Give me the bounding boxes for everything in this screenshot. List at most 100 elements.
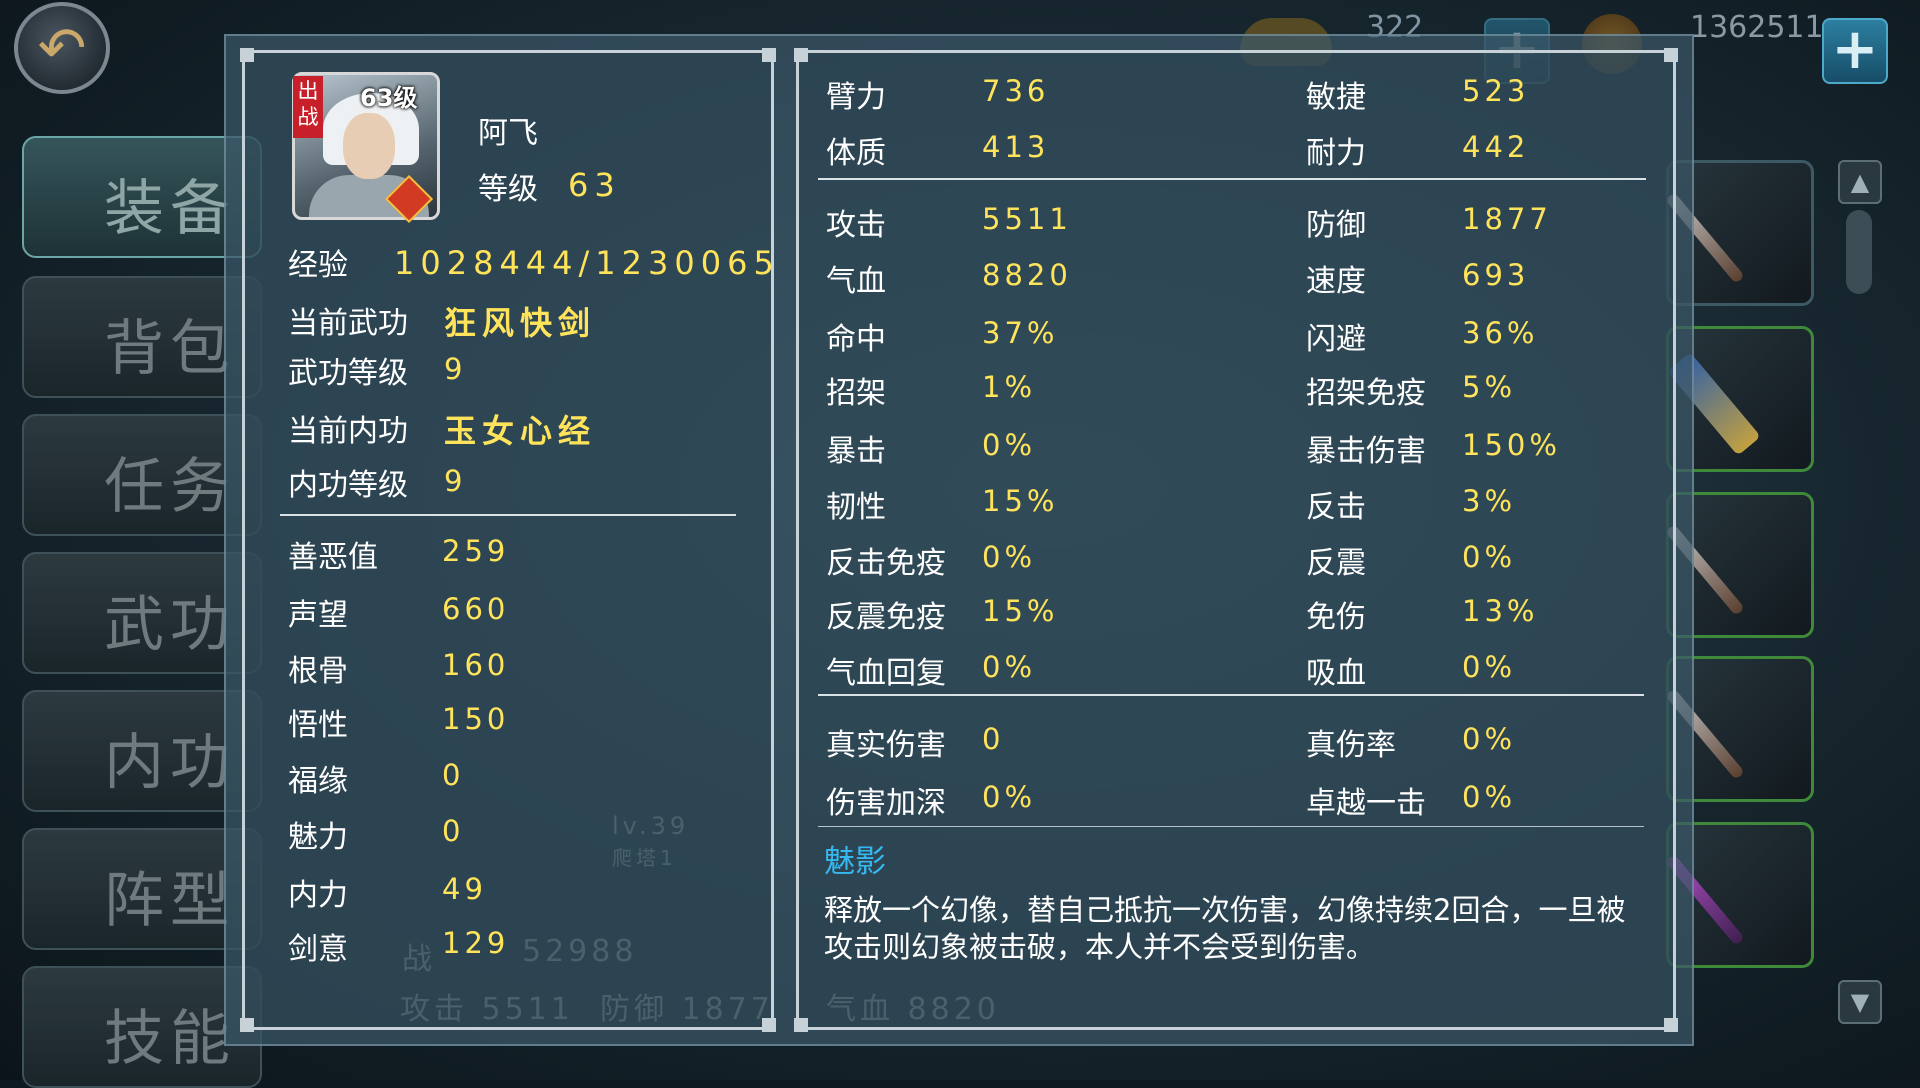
nav-label: 任务 [104, 452, 236, 522]
panel-corner [1664, 48, 1678, 62]
stat-label: 真伤率 [1306, 728, 1396, 763]
inner-label: 当前内功 [288, 414, 408, 449]
stat-label: 攻击 [826, 208, 886, 243]
stat-value: 15% [982, 594, 1059, 628]
back-arrow-icon: ↶ [37, 14, 87, 82]
stat-value: 0% [982, 780, 1037, 814]
level-label: 等级 [478, 172, 538, 207]
deploy-tag: 出战 [293, 76, 323, 138]
stat-value: 0% [1462, 540, 1517, 574]
nav-label: 武功 [104, 590, 236, 660]
stat-label: 气血 [826, 264, 886, 299]
exp-value: 1028444/1230065 [394, 244, 780, 282]
panel-corner [240, 1018, 254, 1032]
stat-label: 臂力 [826, 80, 886, 115]
divider [818, 694, 1644, 696]
stat-value: 0 [442, 758, 465, 792]
martial-level-label: 武功等级 [288, 356, 408, 391]
stat-value: 8820 [982, 258, 1072, 292]
stat-value: 37% [982, 316, 1059, 350]
level-value: 63 [568, 166, 621, 204]
stat-value: 1877 [1462, 202, 1552, 236]
scroll-down-button[interactable]: ▼ [1838, 980, 1882, 1024]
nav-label: 技能 [104, 1004, 236, 1074]
avatar-level: 63级 [360, 84, 418, 112]
stat-value: 129 [442, 926, 510, 960]
scrollbar[interactable] [1846, 210, 1872, 294]
stat-value: 5511 [982, 202, 1072, 236]
stat-value: 523 [1462, 74, 1530, 108]
add-resource-2-button[interactable]: + [1822, 18, 1888, 84]
back-button[interactable]: ↶ [14, 2, 110, 94]
skill-description: 释放一个幻像，替自己抵抗一次伤害，幻像持续2回合，一旦被攻击则幻象被击破，本人并… [824, 893, 1626, 964]
panel-corner [762, 48, 776, 62]
divider [280, 514, 736, 516]
scroll-up-button[interactable]: ▲ [1838, 160, 1882, 204]
stat-value: 0 [982, 722, 1005, 756]
stat-label: 善恶值 [288, 540, 378, 575]
divider [818, 826, 1644, 827]
stat-label: 防御 [1306, 208, 1366, 243]
stat-value: 413 [982, 130, 1050, 164]
stat-value: 150% [1462, 428, 1561, 462]
stat-value: 49 [442, 872, 487, 906]
stat-value: 0% [1462, 722, 1517, 756]
skill-name: 魅影 [824, 844, 886, 880]
stat-label: 暴击伤害 [1306, 434, 1426, 469]
stat-value: 442 [1462, 130, 1530, 164]
nav-label: 装备 [104, 174, 236, 244]
panel-corner [794, 1018, 808, 1032]
stat-value: 0% [1462, 650, 1517, 684]
stat-value: 36% [1462, 316, 1539, 350]
inner-level-label: 内功等级 [288, 468, 408, 503]
stat-value: 13% [1462, 594, 1539, 628]
stat-label: 悟性 [288, 708, 348, 743]
avatar-face [343, 113, 395, 179]
nav-label: 内功 [104, 728, 236, 798]
martial-value: 狂风快剑 [444, 304, 597, 342]
stat-label: 反击 [1306, 490, 1366, 525]
nav-label: 背包 [104, 314, 236, 384]
stat-label: 耐力 [1306, 136, 1366, 171]
nav-label: 阵型 [104, 866, 236, 936]
exp-label: 经验 [288, 248, 348, 283]
stat-label: 招架 [826, 376, 886, 411]
stat-value: 15% [982, 484, 1059, 518]
stat-label: 体质 [826, 136, 886, 171]
stat-label: 敏捷 [1306, 80, 1366, 115]
stat-label: 闪避 [1306, 322, 1366, 357]
stat-label: 招架免疫 [1306, 376, 1426, 411]
martial-level-value: 9 [444, 352, 467, 386]
stat-value: 736 [982, 74, 1050, 108]
stat-value: 660 [442, 592, 510, 626]
stat-value: 5% [1462, 370, 1517, 404]
stat-label: 反震 [1306, 546, 1366, 581]
stat-value: 160 [442, 648, 510, 682]
inner-value: 玉女心经 [444, 412, 597, 450]
stat-label: 剑意 [288, 932, 348, 967]
stat-label: 伤害加深 [826, 786, 946, 821]
stat-label: 根骨 [288, 654, 348, 689]
panel-corner [240, 48, 254, 62]
stat-value: 150 [442, 702, 510, 736]
plus-icon: + [1831, 17, 1879, 82]
stat-label: 暴击 [826, 434, 886, 469]
stat-value: 0% [982, 540, 1037, 574]
stat-value: 0% [982, 428, 1037, 462]
stat-value: 693 [1462, 258, 1530, 292]
martial-label: 当前武功 [288, 306, 408, 341]
stat-label: 反震免疫 [826, 600, 946, 635]
stat-label: 吸血 [1306, 656, 1366, 691]
stat-label: 速度 [1306, 264, 1366, 299]
character-name: 阿飞 [478, 116, 538, 151]
panel-corner [1664, 1018, 1678, 1032]
stat-label: 命中 [826, 322, 886, 357]
stat-label: 福缘 [288, 764, 348, 799]
stat-value: 0% [982, 650, 1037, 684]
panel-corner [794, 48, 808, 62]
stat-label: 真实伤害 [826, 728, 946, 763]
panel-corner [762, 1018, 776, 1032]
stat-value: 0% [1462, 780, 1517, 814]
stat-value: 1% [982, 370, 1037, 404]
inner-level-value: 9 [444, 464, 467, 498]
